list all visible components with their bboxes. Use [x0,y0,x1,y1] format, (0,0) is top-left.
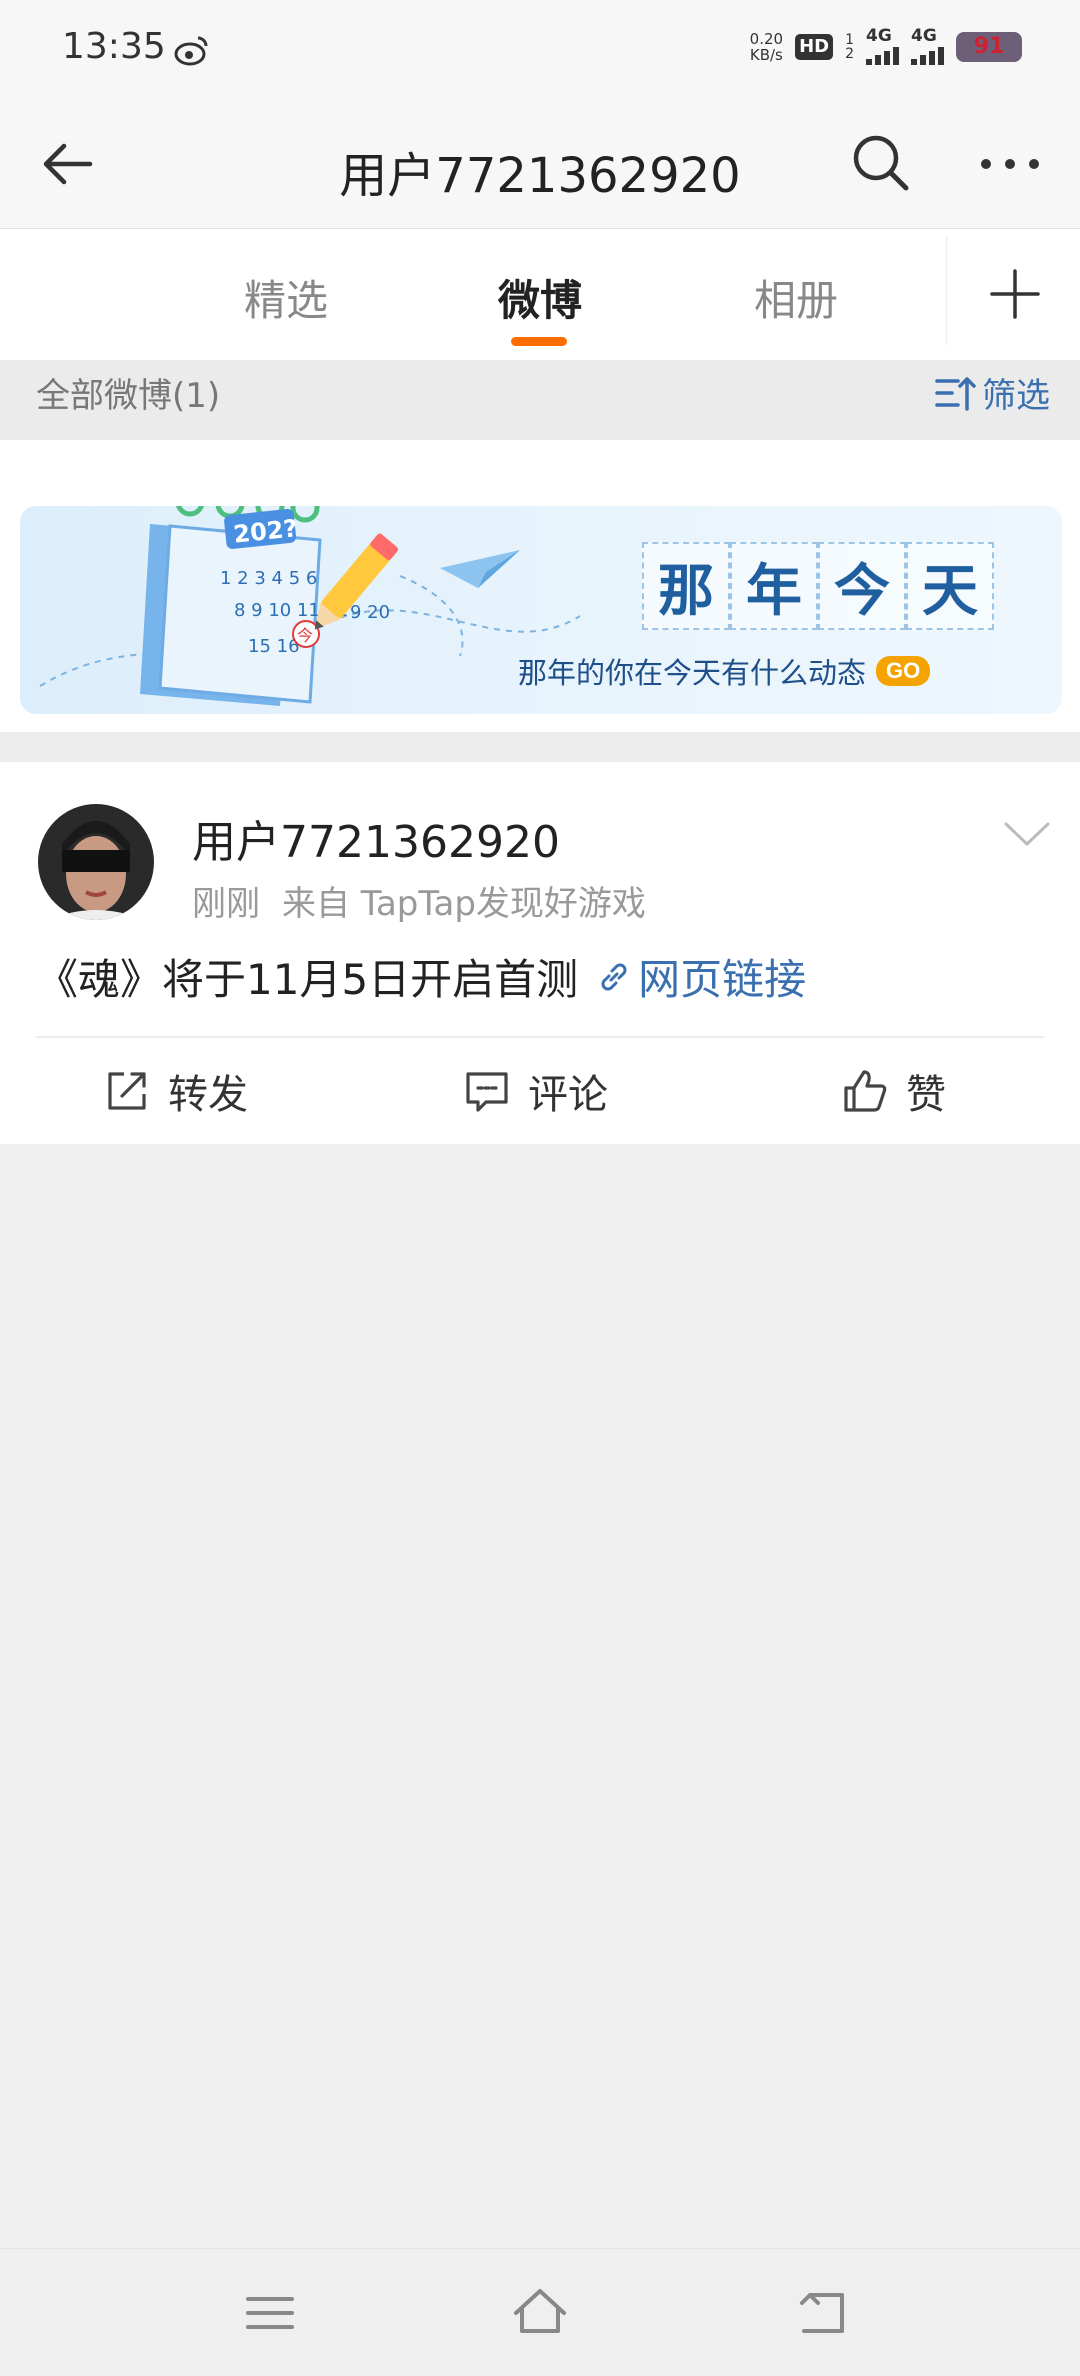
chevron-down-icon[interactable] [1000,814,1054,854]
active-tab-indicator [511,337,567,346]
like-button[interactable]: 赞 [842,1038,946,1144]
signal-bars-icon [866,45,899,65]
filter-strip: 全部微博(1) 筛选 [0,360,1080,440]
svg-text:15 16: 15 16 [248,636,300,657]
go-badge[interactable]: GO [876,656,931,686]
post-card[interactable]: 用户7721362920 刚刚 来自 TapTap发现好游戏 《魂》将于11月5日… [0,762,1080,1144]
banner-title: 那 年 今 天 [642,542,994,630]
thumbs-up-icon [844,1070,887,1112]
svg-text:今: 今 [297,626,313,645]
signal-2: 4G [911,28,944,65]
net-speed: 0.20 KB/s [749,29,784,64]
svg-text:1 2 3 4 5 6: 1 2 3 4 5 6 [220,568,317,589]
signal-bars-icon [911,45,944,65]
web-link[interactable]: 网页链接 [596,946,806,1007]
status-bar: 13:35 0.20 KB/s HD 1 2 4G 4G 91 [0,0,1080,100]
filter-icon [935,376,976,411]
weibo-notification-icon [174,36,208,66]
plus-icon[interactable] [980,259,1050,329]
tab-weibo[interactable]: 微博 [498,267,582,328]
tab-album[interactable]: 相册 [754,267,838,328]
signal-1: 4G [866,28,899,65]
avatar[interactable] [38,804,154,920]
post-author[interactable]: 用户7721362920 [192,806,560,870]
section-gap [0,732,1080,762]
page-title: 用户7721362920 [339,148,741,204]
repost-button[interactable]: 转发 [104,1038,248,1144]
search-icon[interactable] [846,128,916,198]
profile-tabs: 精选 微博 相册 [0,228,1080,360]
hd-icon: HD [795,33,834,60]
comment-button[interactable]: 评论 [464,1038,608,1144]
home-icon[interactable] [510,2283,570,2343]
status-time: 13:35 [62,26,166,67]
tab-featured[interactable]: 精选 [244,267,328,328]
comment-icon [466,1072,508,1112]
sim1-label: 1 [845,31,854,48]
post-source: 来自 TapTap发现好游戏 [282,884,646,924]
on-this-day-banner[interactable]: 202? 1 2 3 4 5 6 8 9 10 11 12 15 16 9 20… [20,506,1062,714]
filter-button[interactable]: 筛选 [934,368,1050,417]
top-nav-bar: 用户7721362920 [0,100,1080,228]
more-icon[interactable] [970,128,1050,198]
battery-icon: 91 [956,31,1022,62]
banner-subtitle: 那年的你在今天有什么动态 GO [518,650,931,692]
svg-text:9 20: 9 20 [350,602,390,623]
post-body: 《魂》将于11月5日开启首测 [36,955,579,1004]
banner-area: 202? 1 2 3 4 5 6 8 9 10 11 12 15 16 9 20… [0,440,1080,732]
post-actions: 转发 评论 赞 [0,1038,1080,1144]
tab-divider [946,237,948,345]
post-text: 《魂》将于11月5日开启首测 网页链接 [36,946,806,1007]
sim2-label: 2 [845,45,854,62]
menu-icon[interactable] [240,2283,300,2343]
post-time: 刚刚 [192,884,260,924]
post-meta: 刚刚 来自 TapTap发现好游戏 [192,876,646,925]
post-count-label: 全部微博(1) [36,376,221,416]
filter-label: 筛选 [982,376,1050,416]
repost-icon [108,1072,146,1110]
system-nav-bar [0,2248,1080,2376]
link-icon [601,963,627,990]
back-icon[interactable] [794,2283,854,2343]
